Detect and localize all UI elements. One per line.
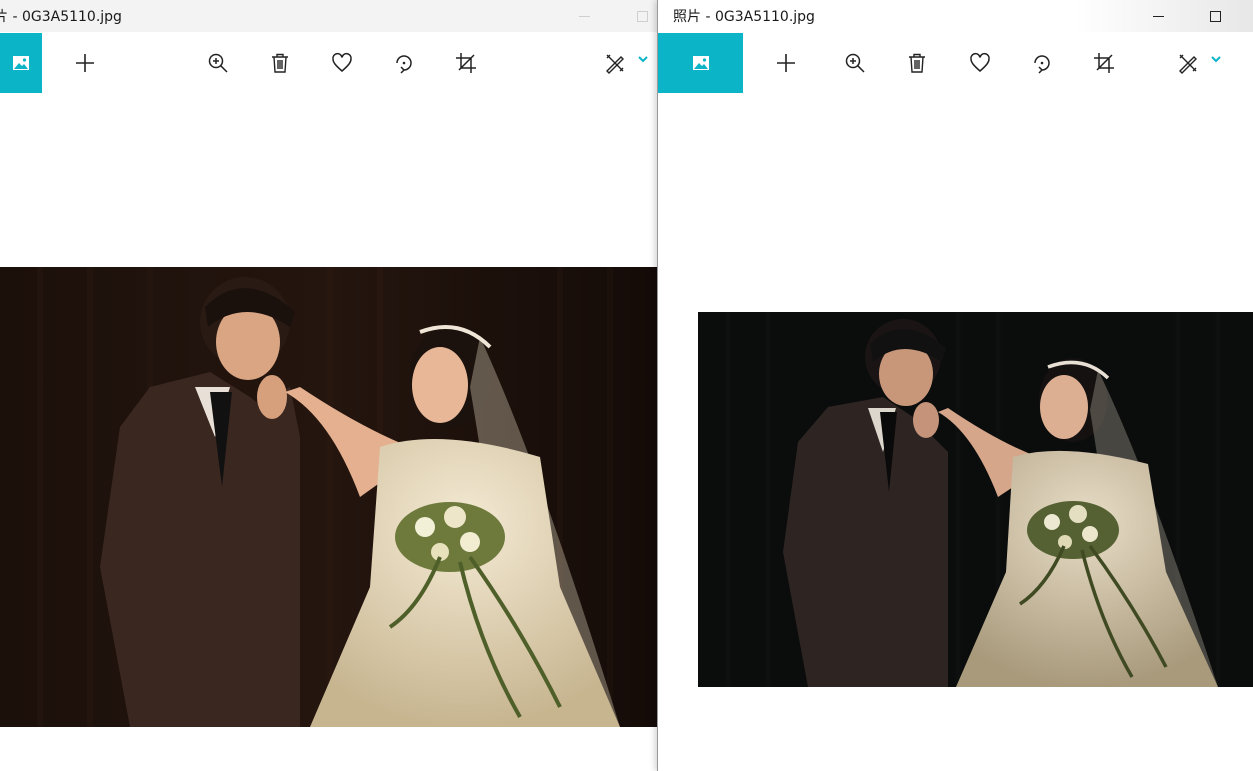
photos-window-left: 片 - 0G3A5110.jpg	[0, 0, 658, 771]
wedding-photo-dark	[698, 312, 1253, 687]
plus-icon	[777, 54, 795, 72]
trash-icon	[909, 53, 925, 73]
rotate-button[interactable]	[382, 33, 426, 93]
chevron-down-icon[interactable]	[637, 53, 649, 65]
maximize-button[interactable]	[619, 0, 658, 32]
heart-icon	[970, 52, 990, 72]
photos-window-right: 照片 - 0G3A5110.jpg	[658, 0, 1253, 771]
title-bar[interactable]: 照片 - 0G3A5110.jpg	[658, 0, 1253, 32]
favorite-button[interactable]	[958, 33, 1002, 93]
rotate-icon	[396, 55, 412, 74]
photo-icon	[692, 56, 709, 70]
title-bar[interactable]: 片 - 0G3A5110.jpg	[0, 0, 658, 32]
delete-button[interactable]	[895, 33, 939, 93]
crop-button[interactable]	[1082, 33, 1126, 93]
photo-view-button[interactable]	[0, 33, 42, 93]
zoom-button[interactable]	[833, 33, 877, 93]
photo-image[interactable]	[698, 312, 1253, 687]
edit-draw-icon	[606, 54, 624, 74]
add-button[interactable]	[764, 33, 808, 93]
minimize-button[interactable]	[1135, 0, 1181, 32]
plus-icon	[76, 54, 94, 72]
add-button[interactable]	[63, 33, 107, 93]
zoom-button[interactable]	[196, 33, 240, 93]
toolbar	[658, 33, 1253, 93]
photo-image[interactable]	[0, 267, 658, 727]
crop-button[interactable]	[444, 33, 488, 93]
edit-draw-button[interactable]	[593, 33, 637, 93]
zoom-in-icon	[208, 53, 228, 73]
rotate-icon	[1034, 55, 1050, 74]
window-title: 片 - 0G3A5110.jpg	[0, 9, 122, 25]
delete-button[interactable]	[258, 33, 302, 93]
edit-draw-icon	[1179, 54, 1197, 74]
edit-draw-button[interactable]	[1166, 33, 1210, 93]
photo-icon	[13, 56, 29, 70]
toolbar	[0, 33, 658, 93]
wedding-photo-warm	[0, 267, 658, 727]
trash-icon	[272, 53, 288, 73]
minimize-button[interactable]	[561, 0, 607, 32]
maximize-button[interactable]	[1192, 0, 1238, 32]
rotate-button[interactable]	[1020, 33, 1064, 93]
crop-icon	[456, 53, 476, 73]
chevron-down-icon[interactable]	[1210, 53, 1222, 65]
favorite-button[interactable]	[320, 33, 364, 93]
zoom-in-icon	[845, 53, 865, 73]
photo-view-button[interactable]	[658, 33, 743, 93]
window-title: 照片 - 0G3A5110.jpg	[673, 9, 815, 25]
crop-icon	[1094, 53, 1114, 73]
heart-icon	[332, 52, 352, 72]
